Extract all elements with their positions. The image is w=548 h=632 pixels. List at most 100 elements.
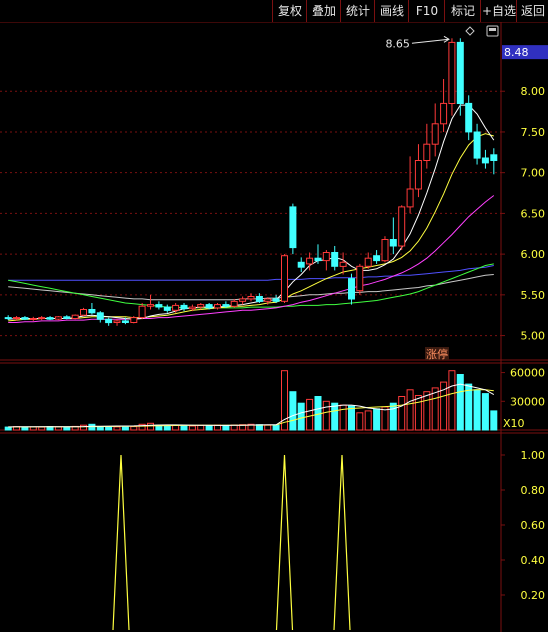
candle-body <box>147 304 154 307</box>
price-tick-label: 7.00 <box>521 167 546 180</box>
candle-body <box>29 318 37 320</box>
candle-body <box>172 304 180 311</box>
candle-body <box>272 298 280 302</box>
volume-bar <box>356 412 364 431</box>
candle-body <box>38 317 46 320</box>
candle-body <box>130 317 138 324</box>
candle-body <box>281 255 288 302</box>
indicator-tick-label: 0.80 <box>521 484 546 497</box>
volume-bar <box>222 424 230 431</box>
candle-body <box>88 309 96 314</box>
candle-body <box>373 255 381 262</box>
candle-body <box>289 206 297 249</box>
candle-body <box>490 154 498 162</box>
candle-body <box>331 252 339 267</box>
draw-line-button[interactable]: 画线 <box>374 0 409 22</box>
indicator-tick-label: 0.20 <box>521 589 546 602</box>
candle-body <box>264 298 272 302</box>
candle-body <box>96 312 104 320</box>
volume-bar <box>96 426 104 431</box>
candle-body <box>431 123 439 145</box>
candle-body <box>356 265 364 292</box>
candle-body <box>423 143 431 161</box>
fuquan-button[interactable]: 复权 <box>272 0 307 22</box>
volume-bar <box>331 402 339 431</box>
volume-tick-label: 30000 <box>510 395 545 408</box>
price-tick-label: 5.00 <box>521 330 546 343</box>
volume-bar <box>121 426 129 431</box>
volume-bar <box>289 391 297 431</box>
candle-body <box>247 296 255 300</box>
overlay-button[interactable]: 叠加 <box>306 0 341 22</box>
candle-body <box>306 257 314 265</box>
price-tick-label: 6.00 <box>521 248 546 261</box>
volume-bar <box>297 402 305 431</box>
candle-body <box>4 317 12 320</box>
volume-bar <box>54 426 62 431</box>
indicator-tick-label: 0.40 <box>521 554 546 567</box>
stock-chart: 8.65 涨停 8.00 7.50 7.00 6.50 6.00 5.50 5.00 8.48 6… <box>0 0 548 632</box>
candle-body <box>214 304 221 309</box>
candle-body <box>163 306 171 311</box>
candle-body <box>222 304 230 307</box>
candle-body <box>456 41 464 104</box>
candle-body <box>180 304 188 310</box>
mark-button[interactable]: 标记 <box>444 0 481 22</box>
volume-bar <box>348 405 355 431</box>
price-tick-label: 7.50 <box>521 126 546 139</box>
volume-bar <box>264 424 272 431</box>
volume-bar <box>398 396 406 431</box>
statistics-button[interactable]: 统计 <box>340 0 375 22</box>
window-icon-bar <box>489 28 496 31</box>
volume-tick-label: 60000 <box>510 367 545 380</box>
volume-bar <box>456 374 464 431</box>
candle-body <box>339 261 347 267</box>
volume-bar <box>113 426 121 431</box>
candle-body <box>138 305 146 319</box>
candle-body <box>21 317 29 320</box>
candle-body <box>297 261 305 268</box>
volume-bar <box>180 424 188 431</box>
toolbar: 复权 叠加 统计 画线 F10 标记 +自选 返回 <box>0 0 548 22</box>
candle-body <box>322 252 330 262</box>
candle-body <box>188 306 196 310</box>
candle-body <box>314 257 322 262</box>
volume-bar <box>130 426 138 431</box>
last-price-tag: 8.48 <box>504 46 529 59</box>
candle-body <box>105 318 113 324</box>
candle-body <box>381 239 389 262</box>
candle-body <box>465 102 473 133</box>
candle-body <box>473 131 481 159</box>
candle-body <box>481 157 489 164</box>
volume-bar <box>214 424 221 431</box>
candle-body <box>440 102 448 125</box>
volume-bar <box>272 424 280 431</box>
f10-button[interactable]: F10 <box>408 0 445 22</box>
indicator-tick-label: 1.00 <box>521 449 546 462</box>
volume-bar <box>63 426 71 431</box>
candle-body <box>255 296 263 302</box>
candle-body <box>389 239 397 247</box>
candle-body <box>230 300 238 307</box>
candle-body <box>13 317 20 320</box>
volume-bar <box>163 425 171 431</box>
candle-body <box>448 41 456 104</box>
add-watchlist-button[interactable]: +自选 <box>480 0 517 22</box>
limit-up-marker: 涨停 <box>426 347 448 361</box>
candle-body <box>121 320 129 323</box>
indicator-tick-label: 0.60 <box>521 519 546 532</box>
candle-body <box>239 298 247 302</box>
candle-body <box>155 304 163 308</box>
price-tick-label: 8.00 <box>521 85 546 98</box>
price-tick-label: 6.50 <box>521 207 546 220</box>
volume-bar <box>88 423 96 431</box>
volume-bar <box>105 426 113 431</box>
candle-body <box>46 317 54 320</box>
volume-bar <box>188 425 196 431</box>
candle-body <box>71 314 79 320</box>
price-tick-label: 5.50 <box>521 289 546 302</box>
volume-bar <box>306 398 314 431</box>
candle-body <box>80 309 87 316</box>
volume-bar <box>197 424 205 431</box>
back-button[interactable]: 返回 <box>516 0 548 22</box>
